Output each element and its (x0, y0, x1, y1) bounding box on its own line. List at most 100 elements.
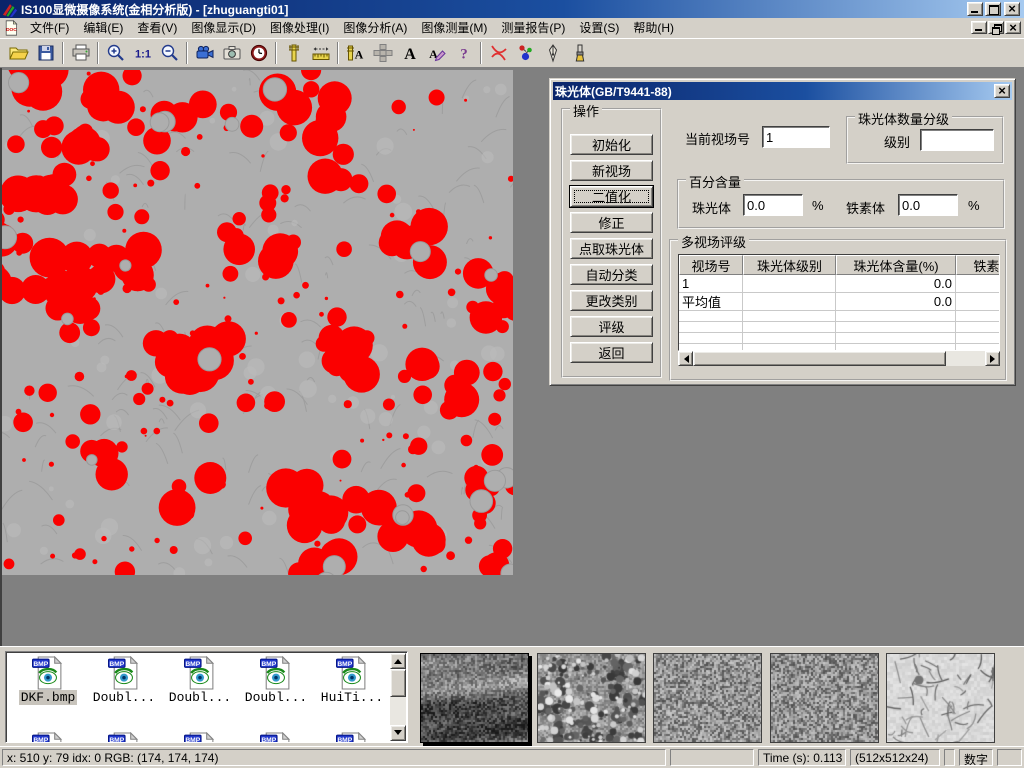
rating-col-0[interactable]: 视场号 (679, 255, 743, 275)
actual-size-button[interactable]: 1:1 (129, 40, 156, 66)
mdi-restore-button[interactable] (988, 21, 1004, 34)
rating-table-hscrollbar[interactable] (678, 351, 1000, 366)
rating-row-0[interactable]: 10.0 (679, 275, 1000, 293)
pearlite-percent-input[interactable] (743, 194, 803, 216)
ferrite-percent-input[interactable] (898, 194, 958, 216)
open-button[interactable] (5, 40, 32, 66)
dialog-title-bar[interactable]: 珠光体(GB/T9441-88) (553, 82, 1012, 100)
op-button-3[interactable]: 修正 (570, 212, 653, 233)
preview-thumbnail-0[interactable] (420, 653, 529, 743)
rating-row-4[interactable] (679, 333, 1000, 344)
text-button[interactable]: A (396, 40, 423, 66)
window-maximize-button[interactable] (985, 2, 1001, 16)
pen-button[interactable] (539, 40, 566, 66)
grade-level-input[interactable] (920, 129, 994, 151)
scroll-up-button[interactable] (390, 653, 406, 669)
op-button-6[interactable]: 更改类别 (570, 290, 653, 311)
file-item-partial-0[interactable]: BMP (12, 732, 84, 743)
help-button[interactable]: ? (450, 40, 477, 66)
grid-button[interactable] (369, 40, 396, 66)
rating-row-5[interactable] (679, 344, 1000, 351)
scroll-down-button[interactable] (390, 725, 406, 741)
op-button-7[interactable]: 评级 (570, 316, 653, 337)
right-arrow-icon (990, 355, 999, 363)
op-button-5[interactable]: 自动分类 (570, 264, 653, 285)
save-button[interactable] (32, 40, 59, 66)
file-item-partial-1[interactable]: BMP (88, 732, 160, 743)
menu-item-8[interactable]: 设置(S) (572, 17, 626, 38)
scroll-right-button[interactable] (985, 351, 1000, 366)
vscroll-thumb[interactable] (390, 669, 406, 697)
rating-col-2[interactable]: 珠光体含量(%) (836, 255, 956, 275)
file-item-partial-4[interactable]: BMP (316, 732, 388, 743)
bmp-file-icon: BMP (335, 656, 369, 690)
video-camera-button[interactable] (191, 40, 218, 66)
op-button-0[interactable]: 初始化 (570, 134, 653, 155)
file-item-partial-3[interactable]: BMP (240, 732, 312, 743)
file-item-DKF-bmp[interactable]: BMPDKF.bmp (12, 656, 84, 705)
file-item-Doubl-[interactable]: BMPDoubl... (164, 656, 236, 705)
menu-item-7[interactable]: 测量报告(P) (494, 17, 572, 38)
window-title: IS100显微摄像系统(金相分析版) - [zhuguangti01] (21, 1, 967, 18)
document-icon: DOC (3, 20, 19, 36)
rating-cell (743, 293, 836, 311)
zoom-out-button[interactable] (156, 40, 183, 66)
bmp-file-icon: BMP (259, 732, 293, 743)
percent-group-label: 百分含量 (686, 172, 744, 191)
file-item-Doubl-[interactable]: BMPDoubl... (240, 656, 312, 705)
preview-thumbnail-2[interactable] (653, 653, 762, 743)
file-browser-vscrollbar[interactable] (390, 653, 406, 741)
rating-table[interactable]: 视场号珠光体级别珠光体含量(%)铁素体含量(%)10.0平均值0.0 (678, 254, 1000, 351)
preview-thumbnail-4[interactable] (886, 653, 995, 743)
rating-col-1[interactable]: 珠光体级别 (743, 255, 836, 275)
window-minimize-button[interactable] (967, 2, 983, 16)
measure-text-button[interactable]: A (342, 40, 369, 66)
menu-item-0[interactable]: 文件(F) (23, 17, 76, 38)
op-button-1[interactable]: 新视场 (570, 160, 653, 181)
rating-cell (836, 333, 956, 344)
current-field-input[interactable] (762, 126, 830, 148)
status-image-size: (512x512x24) (850, 749, 940, 766)
menu-item-5[interactable]: 图像分析(A) (336, 17, 414, 38)
op-button-2[interactable]: 二值化 (570, 186, 653, 207)
annotate-button[interactable]: A (423, 40, 450, 66)
rating-row-2[interactable] (679, 311, 1000, 322)
menu-item-3[interactable]: 图像显示(D) (184, 17, 263, 38)
window-close-button[interactable] (1004, 2, 1020, 16)
preview-thumbnail-1[interactable] (537, 653, 646, 743)
open-icon (9, 43, 29, 63)
rating-row-3[interactable] (679, 322, 1000, 333)
menu-item-6[interactable]: 图像测量(M) (414, 17, 494, 38)
ruler-button[interactable] (307, 40, 334, 66)
rating-row-1[interactable]: 平均值0.0 (679, 293, 1000, 311)
op-button-8[interactable]: 返回 (570, 342, 653, 363)
op-button-4[interactable]: 点取珠光体 (570, 238, 653, 259)
menu-item-4[interactable]: 图像处理(I) (263, 17, 336, 38)
preview-thumbnail-3[interactable] (770, 653, 879, 743)
menu-item-2[interactable]: 查看(V) (130, 17, 184, 38)
camera-button[interactable] (218, 40, 245, 66)
dialog-close-button[interactable] (994, 84, 1010, 98)
zoom-out-icon (160, 43, 180, 63)
file-item-partial-2[interactable]: BMP (164, 732, 236, 743)
print-button[interactable] (67, 40, 94, 66)
zoom-in-button[interactable] (102, 40, 129, 66)
rating-col-3[interactable]: 铁素体含量(%) (956, 255, 1000, 275)
file-item-HuiTi-[interactable]: BMPHuiTi... (316, 656, 388, 705)
metallographic-image[interactable] (2, 70, 513, 575)
title-bar: IS100显微摄像系统(金相分析版) - [zhuguangti01] (0, 0, 1024, 18)
clock-button[interactable] (245, 40, 272, 66)
rating-cell (679, 333, 743, 344)
classify-button[interactable] (512, 40, 539, 66)
caliper-button[interactable] (280, 40, 307, 66)
menu-item-9[interactable]: 帮助(H) (626, 17, 681, 38)
brush-button[interactable] (566, 40, 593, 66)
menu-item-1[interactable]: 编辑(E) (76, 17, 130, 38)
hscroll-thumb[interactable] (693, 351, 946, 366)
scroll-left-button[interactable] (678, 351, 693, 366)
mdi-close-button[interactable] (1005, 21, 1021, 34)
curve-button[interactable] (485, 40, 512, 66)
mdi-minimize-button[interactable] (971, 21, 987, 34)
file-item-Doubl-[interactable]: BMPDoubl... (88, 656, 160, 705)
file-item-label: Doubl... (243, 690, 309, 705)
